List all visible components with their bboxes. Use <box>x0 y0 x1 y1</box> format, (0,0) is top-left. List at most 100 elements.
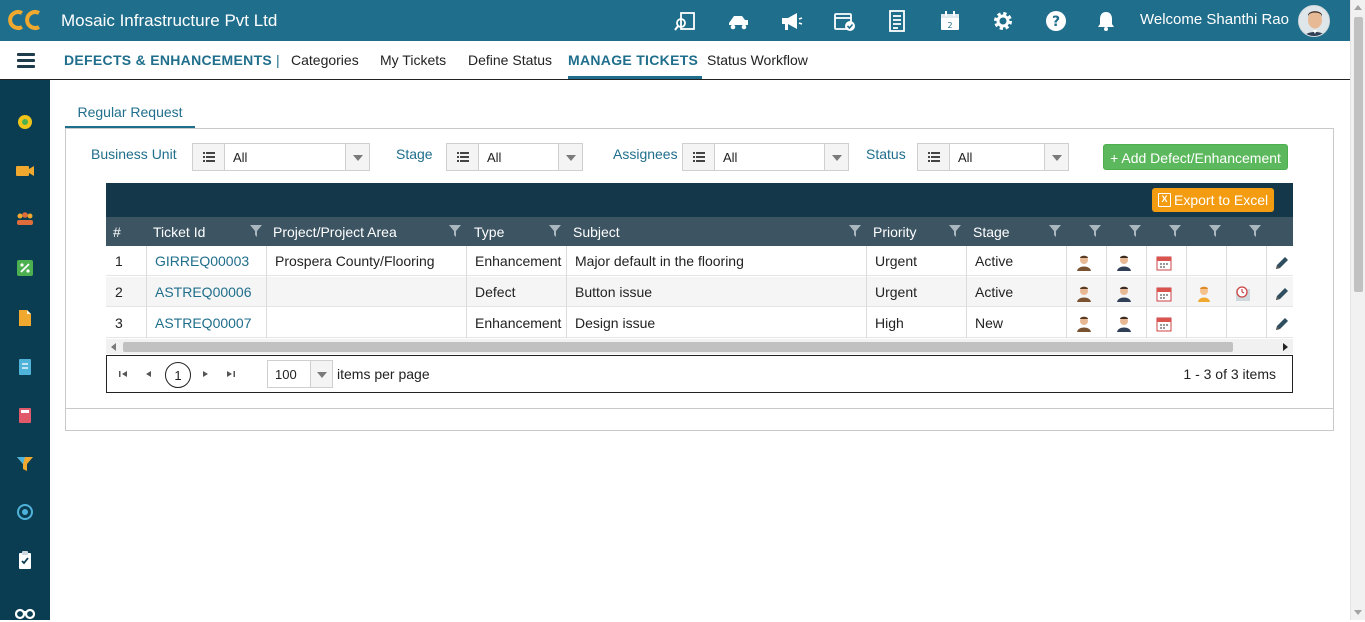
filter-icon[interactable] <box>949 225 961 237</box>
chevron-down-icon[interactable] <box>558 144 582 170</box>
nav-link-manage-tickets[interactable]: MANAGE TICKETS <box>568 52 698 68</box>
filter-icon[interactable] <box>15 454 35 474</box>
users-group-icon[interactable] <box>15 209 35 229</box>
col-header-num[interactable]: # <box>113 217 121 246</box>
assign-user-icon[interactable] <box>1075 254 1093 272</box>
clipboard-check-icon[interactable] <box>15 550 35 570</box>
filter-icon[interactable] <box>849 225 861 237</box>
export-excel-button[interactable]: X Export to Excel <box>1152 188 1274 212</box>
gear-icon[interactable] <box>990 8 1016 34</box>
clock-history-icon[interactable] <box>1235 285 1253 303</box>
bell-icon[interactable] <box>1095 10 1117 32</box>
column-divider <box>1186 246 1187 338</box>
assignees-select[interactable]: All <box>682 143 849 171</box>
col-header-priority[interactable]: Priority <box>873 217 917 246</box>
assignees-value: All <box>723 150 738 165</box>
table-row[interactable]: 3 ASTREQ00007 Enhancement Design issue H… <box>106 308 1293 338</box>
calendar-icon[interactable] <box>1155 315 1173 333</box>
last-page-icon[interactable] <box>225 368 237 380</box>
col-header-project[interactable]: Project/Project Area <box>273 217 397 246</box>
table-row[interactable]: 2 ASTREQ00006 Defect Button issue Urgent… <box>106 277 1293 307</box>
nav-link-my-tickets[interactable]: My Tickets <box>380 52 446 68</box>
percentage-icon[interactable] <box>15 258 35 278</box>
calendar-icon[interactable]: 2 <box>937 8 963 34</box>
checklist-icon[interactable] <box>884 8 910 34</box>
stage-cell: Active <box>975 284 1014 300</box>
col-header-subject[interactable]: Subject <box>573 217 620 246</box>
pager: 1 100 items per page 1 - 3 of 3 items <box>106 355 1293 393</box>
filter-icon[interactable] <box>250 225 262 237</box>
search-document-icon[interactable] <box>672 8 698 34</box>
avatar[interactable] <box>1298 5 1330 37</box>
column-divider <box>1226 246 1227 338</box>
delivery-truck-icon[interactable] <box>725 8 751 34</box>
chevron-down-icon[interactable] <box>824 144 848 170</box>
nav-link-categories[interactable]: Categories <box>291 52 359 68</box>
first-page-icon[interactable] <box>117 368 129 380</box>
chevron-down-icon[interactable] <box>310 361 332 387</box>
user-icon[interactable] <box>1115 254 1133 272</box>
video-icon[interactable] <box>15 161 35 181</box>
calendar-icon[interactable] <box>1155 254 1173 272</box>
filter-icon[interactable] <box>1089 225 1101 237</box>
stage-value: All <box>487 150 502 165</box>
nav-link-status-workflow[interactable]: Status Workflow <box>707 52 808 68</box>
help-icon[interactable]: ? <box>1043 8 1069 34</box>
filter-icon[interactable] <box>449 225 461 237</box>
nav-link-define-status[interactable]: Define Status <box>468 52 552 68</box>
next-page-icon[interactable] <box>199 368 211 380</box>
welcome-text: Welcome Shanthi Rao <box>1140 11 1289 28</box>
filter-icon[interactable] <box>1049 225 1061 237</box>
module-title[interactable]: DEFECTS & ENHANCEMENTS <box>64 52 272 68</box>
menu-icon[interactable] <box>17 53 35 69</box>
edit-pencil-icon[interactable] <box>1273 254 1291 272</box>
col-header-stage[interactable]: Stage <box>973 217 1010 246</box>
edit-pencil-icon[interactable] <box>1273 315 1291 333</box>
edit-pencil-icon[interactable] <box>1273 285 1291 303</box>
grid-horizontal-scrollbar[interactable] <box>106 339 1293 354</box>
business-unit-select[interactable]: All <box>192 143 370 171</box>
filter-icon[interactable] <box>1169 225 1181 237</box>
stage-label: Stage <box>396 146 433 162</box>
col-header-ticket-id[interactable]: Ticket Id <box>153 217 205 246</box>
status-select[interactable]: All <box>917 143 1069 171</box>
notebook-icon[interactable] <box>15 357 35 377</box>
page-size-select[interactable]: 100 <box>267 360 333 388</box>
chevron-down-icon[interactable] <box>1044 144 1068 170</box>
filter-icon[interactable] <box>1209 225 1221 237</box>
user-icon[interactable] <box>1115 315 1133 333</box>
filter-icon[interactable] <box>549 225 561 237</box>
document-icon[interactable] <box>15 308 35 328</box>
column-divider <box>966 246 967 338</box>
col-header-type[interactable]: Type <box>474 217 504 246</box>
export-label: Export to Excel <box>1174 192 1269 208</box>
add-defect-button[interactable]: + Add Defect/Enhancement <box>1103 144 1288 170</box>
table-row[interactable]: 1 GIRREQ00003 Prospera County/Flooring E… <box>106 246 1293 276</box>
target-icon[interactable] <box>15 502 35 522</box>
binoculars-icon[interactable] <box>15 602 35 622</box>
ticket-id-link[interactable]: ASTREQ00007 <box>155 308 252 338</box>
page-vertical-scrollbar[interactable] <box>1350 0 1365 620</box>
tab-regular-request[interactable]: Regular Request <box>65 98 195 128</box>
megaphone-icon[interactable] <box>778 8 804 34</box>
stage-select[interactable]: All <box>446 143 583 171</box>
dashboard-icon[interactable] <box>15 112 35 132</box>
assignee-orange-icon[interactable] <box>1195 285 1213 303</box>
chevron-down-icon[interactable] <box>345 144 369 170</box>
ticket-id-link[interactable]: ASTREQ00006 <box>155 277 252 307</box>
items-per-page-label: items per page <box>337 366 430 382</box>
user-icon[interactable] <box>1115 285 1133 303</box>
current-page[interactable]: 1 <box>165 362 191 388</box>
calendar-check-icon[interactable] <box>831 8 857 34</box>
report-icon[interactable] <box>15 405 35 425</box>
excel-icon: X <box>1158 193 1171 207</box>
filter-icon[interactable] <box>1249 225 1261 237</box>
previous-page-icon[interactable] <box>143 368 155 380</box>
assign-user-icon[interactable] <box>1075 315 1093 333</box>
ticket-id-link[interactable]: GIRREQ00003 <box>155 246 249 276</box>
calendar-icon[interactable] <box>1155 285 1173 303</box>
filter-icon[interactable] <box>1129 225 1141 237</box>
company-logo[interactable] <box>8 8 44 32</box>
assign-user-icon[interactable] <box>1075 285 1093 303</box>
subject-cell: Button issue <box>575 284 653 300</box>
